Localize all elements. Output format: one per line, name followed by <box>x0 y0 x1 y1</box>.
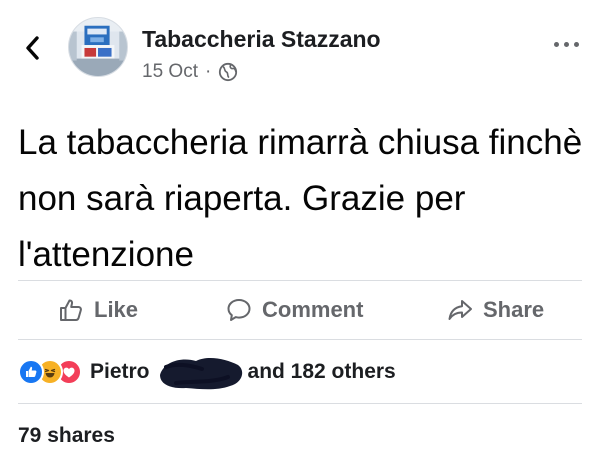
share-label: Share <box>483 297 545 322</box>
more-options-button[interactable] <box>548 34 584 54</box>
reactor-first-name: Pietro <box>90 360 150 383</box>
meta-separator: · <box>204 61 212 82</box>
like-button[interactable]: Like <box>58 282 138 338</box>
post-date[interactable]: 15 Oct <box>142 61 198 83</box>
like-label: Like <box>94 297 139 322</box>
post-meta: 15 Oct · <box>142 61 238 83</box>
divider <box>18 339 582 340</box>
thumbs-up-icon <box>60 299 82 321</box>
comment-button[interactable]: Comment <box>226 282 363 338</box>
back-button[interactable] <box>18 32 46 64</box>
divider <box>18 280 582 281</box>
more-dot <box>573 41 579 47</box>
chevron-left-icon <box>26 36 39 60</box>
divider <box>18 403 582 404</box>
share-arrow-icon <box>448 300 472 320</box>
more-dot <box>563 41 569 47</box>
comment-bubble-icon <box>227 299 251 321</box>
action-bar: Like Comment Share <box>0 282 600 338</box>
redaction-scribble <box>156 355 246 390</box>
post-text: La tabaccheria rimarrà chiusa finchè non… <box>18 123 583 274</box>
share-button[interactable]: Share <box>447 282 544 338</box>
storefront-image <box>69 18 127 76</box>
page-avatar[interactable] <box>68 17 128 77</box>
more-dot <box>553 41 559 47</box>
post-header: Tabaccheria Stazzano 15 Oct · <box>0 0 600 100</box>
reactions-summary[interactable]: Pietro and 182 others <box>18 355 396 390</box>
reaction-names: Pietro and 182 others <box>90 355 396 390</box>
comment-label: Comment <box>262 297 364 322</box>
shares-count[interactable]: 79 shares <box>18 424 115 448</box>
globe-icon <box>219 62 238 82</box>
like-reaction-icon <box>18 359 44 385</box>
reaction-others-count: and 182 others <box>247 360 396 383</box>
page-name[interactable]: Tabaccheria Stazzano <box>142 26 381 53</box>
